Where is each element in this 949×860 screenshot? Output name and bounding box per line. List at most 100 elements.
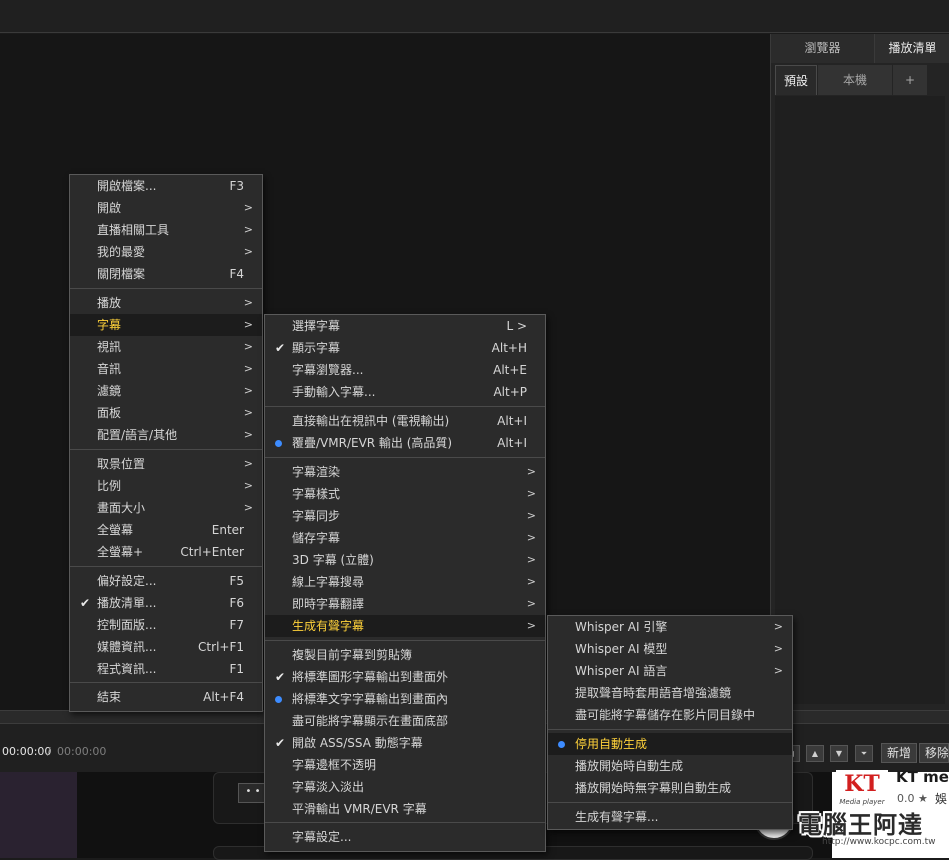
menu-item-label: 顯示字幕 [292, 341, 341, 355]
menu-item[interactable]: 字幕淡入淡出 [265, 776, 545, 798]
menu-item[interactable]: 播放 > [70, 292, 262, 314]
playlist-area[interactable] [775, 96, 945, 704]
menu-item[interactable]: 覆疊/VMR/EVR 輸出 (高品質) Alt+I [265, 432, 545, 454]
menu-item[interactable]: 音訊 > [70, 358, 262, 380]
menu-item[interactable]: 將標準文字字幕輸出到畫面內 [265, 688, 545, 710]
menu-item-label: 字幕邊框不透明 [292, 758, 377, 772]
menu-item[interactable]: 生成有聲字幕 > [265, 615, 545, 637]
menu-item[interactable]: 比例 > [70, 475, 262, 497]
menu-item[interactable]: 字幕邊框不透明 [265, 754, 545, 776]
menu-item-label: 3D 字幕 (立體) [292, 553, 374, 567]
menu-item-label: 程式資訊... [97, 662, 157, 676]
radio-dot-icon [558, 741, 565, 748]
menu-separator [265, 822, 545, 823]
menu-item-label: 配置/語言/其他 [97, 428, 178, 442]
menu-item[interactable]: 字幕瀏覽器... Alt+E [265, 359, 545, 381]
menu-item[interactable]: 平滑輸出 VMR/EVR 字幕 [265, 798, 545, 820]
menu-item[interactable]: 即時字幕翻譯 > [265, 593, 545, 615]
menu-separator [265, 640, 545, 641]
menu-item[interactable]: 偏好設定... F5 [70, 570, 262, 592]
menu-item[interactable]: 字幕同步 > [265, 505, 545, 527]
menu-item[interactable]: 開啟檔案... F3 [70, 175, 262, 197]
checkmark-icon: ✔ [79, 596, 91, 610]
menu-item-shortcut: Alt+I [497, 436, 527, 450]
remove-button[interactable]: 移除 [919, 743, 949, 763]
menu-separator [548, 802, 792, 803]
tab-browser[interactable]: 瀏覽器 [771, 34, 875, 63]
menu-item[interactable]: 取景位置 > [70, 453, 262, 475]
menu-item-label: 控制面版... [97, 618, 157, 632]
menu-item[interactable]: 媒體資訊... Ctrl+F1 [70, 636, 262, 658]
menu-item[interactable]: 我的最愛 > [70, 241, 262, 263]
app-category: 娛 [935, 792, 948, 806]
move-up-button[interactable]: ▲ [806, 745, 824, 762]
menu-item-label: 將標準文字字幕輸出到畫面內 [292, 692, 449, 706]
menu-item[interactable]: 選擇字幕 L > [265, 315, 545, 337]
menu-item-shortcut: F5 [229, 574, 244, 588]
submenu-arrow-icon: > [243, 428, 253, 441]
menu-item[interactable]: ✔ 開啟 ASS/SSA 動態字幕 [265, 732, 545, 754]
menu-item[interactable]: 盡可能將字幕顯示在畫面底部 [265, 710, 545, 732]
menu-item[interactable]: 手動輸入字幕... Alt+P [265, 381, 545, 403]
checkmark-icon: ✔ [274, 670, 286, 684]
menu-item-shortcut: Alt+F4 [203, 690, 244, 704]
menu-item[interactable]: 字幕 > [70, 314, 262, 336]
menu-item[interactable]: 關閉檔案 F4 [70, 263, 262, 285]
menu-item-shortcut: L > [506, 319, 527, 333]
menu-item[interactable]: 字幕樣式 > [265, 483, 545, 505]
menu-item[interactable]: 面板 > [70, 402, 262, 424]
menu-item[interactable]: 字幕渲染 > [265, 461, 545, 483]
menu-item-label: 覆疊/VMR/EVR 輸出 (高品質) [292, 436, 453, 450]
menu-item[interactable]: 停用自動生成 [548, 733, 792, 755]
menu-item-label: Whisper AI 引擎 [575, 620, 668, 634]
menu-item[interactable]: 開啟 > [70, 197, 262, 219]
menu-item-label: 停用自動生成 [575, 737, 648, 751]
menu-item[interactable]: 生成有聲字幕... [548, 806, 792, 828]
menu-item[interactable]: ✔ 播放清單... F6 [70, 592, 262, 614]
menu-item-label: 直播相關工具 [97, 223, 170, 237]
time-separator: / [47, 745, 51, 758]
submenu-arrow-icon: > [773, 642, 783, 655]
add-button[interactable]: 新增 [881, 743, 918, 763]
menu-item-label: 比例 [97, 479, 122, 493]
menu-item[interactable]: 控制面版... F7 [70, 614, 262, 636]
menu-item[interactable]: 字幕設定... [265, 826, 545, 848]
add-tab-button[interactable]: + [893, 65, 927, 95]
menu-item[interactable]: 播放開始時自動生成 [548, 755, 792, 777]
menu-item[interactable]: 提取聲音時套用語音增強濾鏡 [548, 682, 792, 704]
menu-item[interactable]: 直播相關工具 > [70, 219, 262, 241]
menu-item[interactable]: Whisper AI 模型 > [548, 638, 792, 660]
menu-item[interactable]: Whisper AI 引擎 > [548, 616, 792, 638]
menu-item[interactable]: Whisper AI 語言 > [548, 660, 792, 682]
menu-item[interactable]: 線上字幕搜尋 > [265, 571, 545, 593]
tab-playlist[interactable]: 播放清單 [875, 34, 949, 63]
menu-item[interactable]: 結束 Alt+F4 [70, 686, 262, 708]
menu-item[interactable]: 3D 字幕 (立體) > [265, 549, 545, 571]
menu-item[interactable]: 畫面大小 > [70, 497, 262, 519]
menu-item[interactable]: 盡可能將字幕儲存在影片同目錄中 [548, 704, 792, 726]
menu-item[interactable]: 儲存字幕 > [265, 527, 545, 549]
submenu-arrow-icon: > [526, 487, 536, 500]
menu-item-label: 盡可能將字幕顯示在畫面底部 [292, 714, 449, 728]
submenu-arrow-icon: > [526, 597, 536, 610]
move-bottom-button[interactable]: ⏷ [855, 745, 873, 762]
menu-item[interactable]: 視訊 > [70, 336, 262, 358]
menu-item-label: 全螢幕 [97, 523, 134, 537]
submenu-arrow-icon: > [773, 664, 783, 677]
menu-item-label: 播放 [97, 296, 122, 310]
menu-item[interactable]: 全螢幕 Enter [70, 519, 262, 541]
menu-item[interactable]: 程式資訊... F1 [70, 658, 262, 680]
menu-item-label: 手動輸入字幕... [292, 385, 376, 399]
menu-item[interactable]: 播放開始時無字幕則自動生成 [548, 777, 792, 799]
menu-item[interactable]: 全螢幕+ Ctrl+Enter [70, 541, 262, 563]
menu-item[interactable]: 直接輸出在視訊中 (電視輸出) Alt+I [265, 410, 545, 432]
subtab-default[interactable]: 預設 [775, 65, 817, 95]
app-name: KT media [896, 768, 949, 786]
subtab-local[interactable]: 本機 [818, 65, 892, 95]
menu-item[interactable]: 複製目前字幕到剪貼簿 [265, 644, 545, 666]
menu-item[interactable]: 濾鏡 > [70, 380, 262, 402]
menu-item[interactable]: 配置/語言/其他 > [70, 424, 262, 446]
menu-item[interactable]: ✔ 顯示字幕 Alt+H [265, 337, 545, 359]
move-down-button[interactable]: ▼ [830, 745, 848, 762]
menu-item[interactable]: ✔ 將標準圖形字幕輸出到畫面外 [265, 666, 545, 688]
